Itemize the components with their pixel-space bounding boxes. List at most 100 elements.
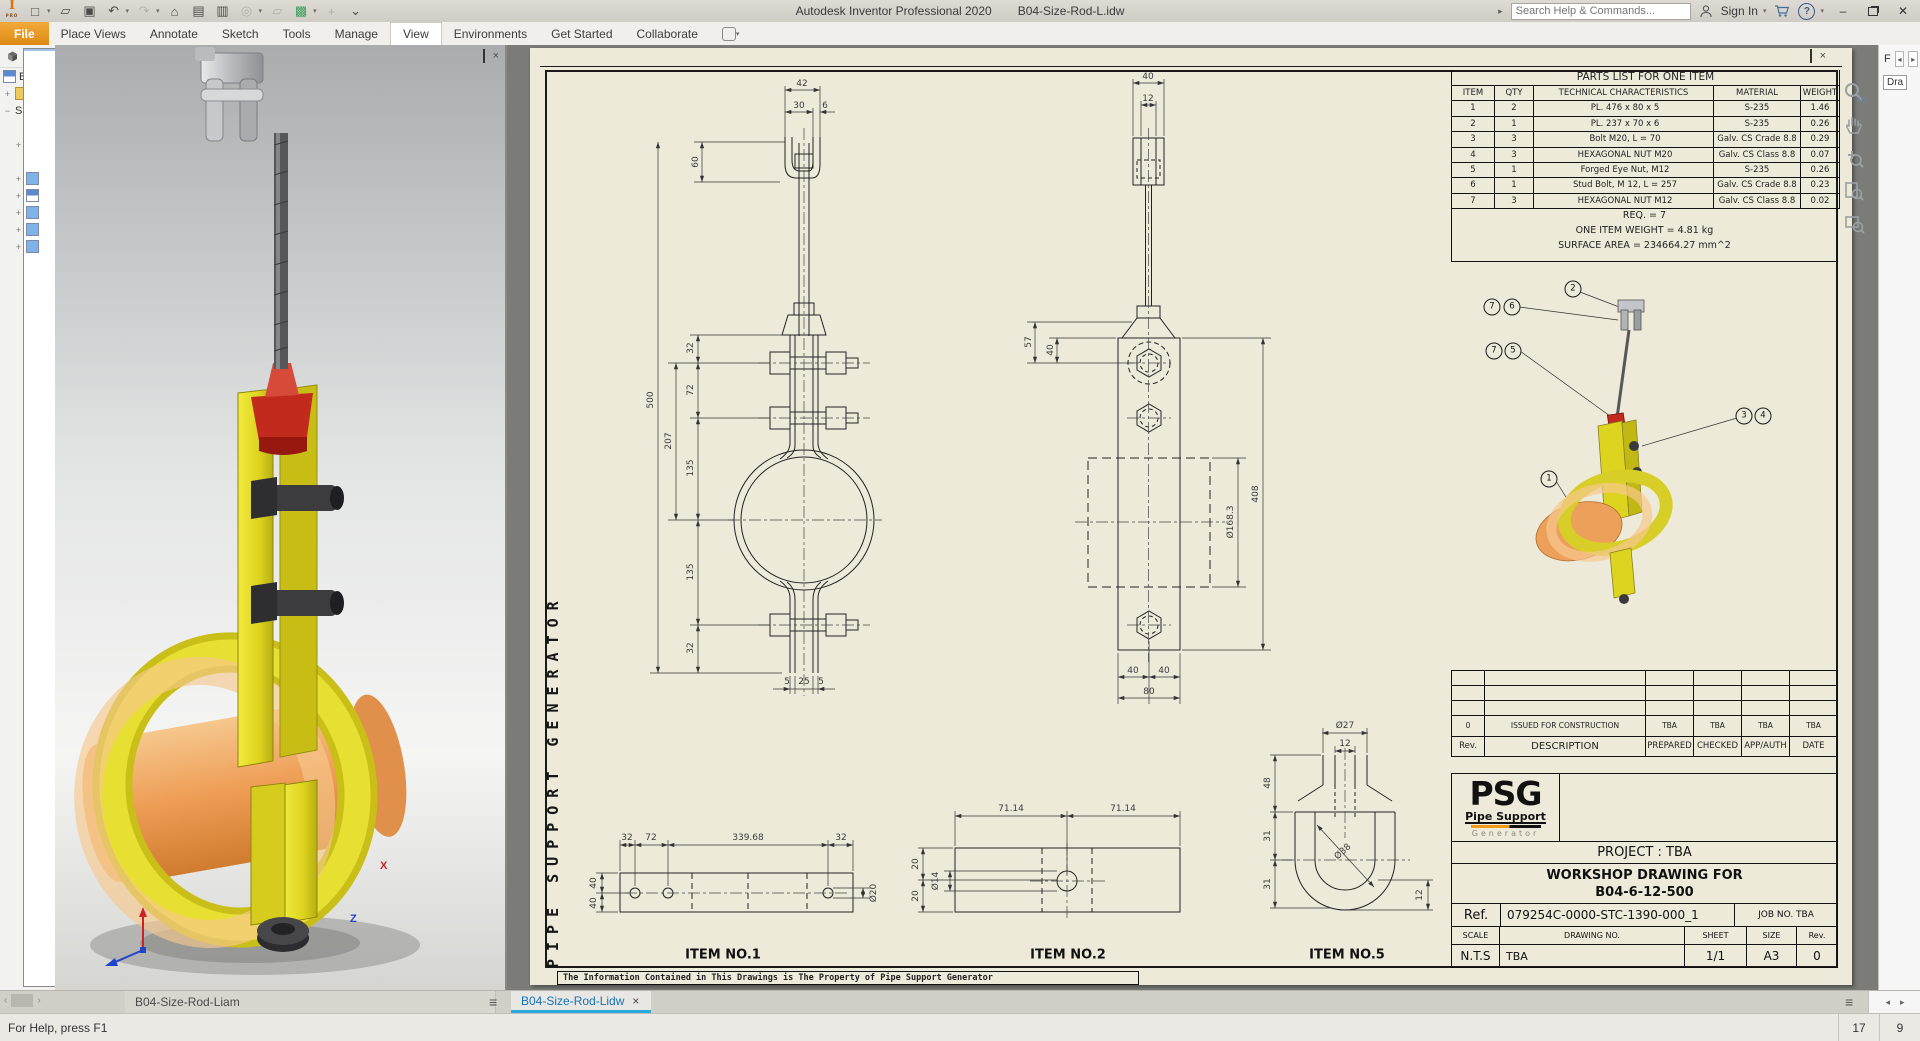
close-button[interactable]: ✕: [1892, 2, 1914, 20]
panel-prev-icon[interactable]: ◂: [1895, 51, 1905, 67]
search-input[interactable]: [1511, 3, 1691, 20]
cell: 1: [1495, 163, 1534, 177]
tab-collaborate[interactable]: Collaborate: [625, 22, 710, 45]
view-icon: [26, 206, 39, 219]
sheet-settings-icon[interactable]: ▥: [214, 2, 232, 20]
tab-scroll-thumb[interactable]: [11, 994, 33, 1007]
doc-tab-close-icon[interactable]: ×: [632, 994, 639, 1008]
title-bar: IPRO □▾ ▱ ▣ ↶▾ ↷▾ ⌂ ▤ ▥ ◎▾ ▱ ▩▾ + ⌄ Auto…: [0, 0, 1920, 22]
panel-next-icon[interactable]: ▸: [1908, 51, 1918, 67]
help-dropdown-icon[interactable]: ▾: [1820, 7, 1824, 15]
inventor-logo-icon[interactable]: IPRO: [4, 2, 20, 20]
project-row: PROJECT : TBA: [1451, 841, 1838, 863]
col-header: TECHNICAL CHARACTERISTICS: [1534, 86, 1714, 100]
undo-dropdown-icon[interactable]: ▾: [126, 7, 130, 15]
zoom-window-icon[interactable]: [1840, 211, 1868, 237]
cell: 2: [1495, 101, 1534, 115]
move-icon[interactable]: +: [323, 2, 341, 20]
appearance-icon[interactable]: ▩: [292, 2, 310, 20]
tab-environments[interactable]: Environments: [442, 22, 539, 45]
cell: 0.23: [1801, 178, 1839, 192]
pan-hand-icon[interactable]: [1840, 112, 1868, 138]
sheet-prev-icon[interactable]: ◂: [1885, 997, 1890, 1008]
panel-title-truncated: F: [1884, 53, 1891, 65]
person-icon: [1699, 4, 1713, 18]
model-window-close-icon[interactable]: ×: [493, 50, 499, 62]
minimize-button[interactable]: –: [1832, 2, 1854, 20]
drawing-viewport[interactable]: PIPE SUPPORT GENERATOR: [507, 45, 1878, 990]
expand-icon[interactable]: +: [14, 174, 23, 184]
appearance-dropdown-icon[interactable]: ▾: [313, 7, 317, 15]
tab-file[interactable]: File: [0, 22, 49, 45]
workshop-row: WORKSHOP DRAWING FOR B04-6-12-500: [1451, 863, 1838, 903]
tab-scroll-right-icon[interactable]: ›: [37, 995, 40, 1006]
home-icon[interactable]: ⌂: [166, 2, 184, 20]
status-count-2: 9: [1879, 1014, 1920, 1041]
customize-qat-icon[interactable]: ⌄: [347, 2, 365, 20]
panel-dra-button[interactable]: Dra: [1883, 75, 1907, 90]
zoom-2d-icon[interactable]: 2D: [1840, 79, 1868, 105]
model-3d-viewport[interactable]: X Z ×: [55, 45, 507, 990]
tab-get-started[interactable]: Get Started: [539, 22, 624, 45]
drawing-window-restore-icon[interactable]: [1810, 50, 1812, 62]
zoom-plus-icon[interactable]: [1840, 145, 1868, 171]
tab-tools[interactable]: Tools: [271, 22, 323, 45]
sheet-next-icon[interactable]: ▸: [1900, 997, 1905, 1008]
dim-label: 80: [1143, 687, 1154, 697]
tab-menu-icon[interactable]: ≡: [489, 994, 497, 1010]
sign-in-dropdown-icon[interactable]: ▾: [1763, 7, 1767, 15]
view-icon: [26, 172, 39, 185]
doc-tab-model[interactable]: B04-Size-Rod-Liam: [125, 991, 496, 1013]
update-icon[interactable]: ▱: [268, 2, 286, 20]
restore-button[interactable]: [1862, 2, 1884, 20]
grayed-tool-icon[interactable]: ◎: [238, 2, 256, 20]
tab-view[interactable]: View: [390, 22, 442, 45]
print-icon[interactable]: ▤: [190, 2, 208, 20]
drawing-window-close-icon[interactable]: ×: [1820, 50, 1826, 62]
open-icon[interactable]: ▱: [57, 2, 75, 20]
save-icon[interactable]: ▣: [81, 2, 99, 20]
expand-icon[interactable]: +: [14, 242, 23, 252]
expand-icon[interactable]: +: [3, 89, 12, 99]
model-window-restore-icon[interactable]: [483, 50, 485, 62]
dim-label: 60: [691, 156, 701, 167]
new-file-icon[interactable]: □: [26, 2, 44, 20]
search-expand-arrow-icon[interactable]: ▸: [1498, 6, 1503, 17]
parts-summary-box: REQ. = 7 ONE ITEM WEIGHT = 4.81 kg SURFA…: [1451, 200, 1838, 262]
tab-manage[interactable]: Manage: [323, 22, 390, 45]
expand-icon[interactable]: +: [14, 140, 23, 150]
dim-label: 40: [1046, 344, 1056, 355]
collapse-icon[interactable]: −: [3, 106, 12, 116]
workshop-line2: B04-6-12-500: [1595, 885, 1693, 900]
dim-label: 40: [589, 897, 599, 908]
tab-annotate[interactable]: Annotate: [138, 22, 210, 45]
tab-menu-right-icon[interactable]: ≡: [1845, 994, 1853, 1010]
help-icon[interactable]: ?: [1798, 3, 1815, 20]
new-file-dropdown-icon[interactable]: ▾: [47, 7, 51, 15]
expand-icon[interactable]: +: [14, 225, 23, 235]
cell: 3: [1452, 132, 1495, 146]
sign-in-button[interactable]: Sign In: [1721, 4, 1758, 18]
cart-icon[interactable]: [1774, 4, 1790, 18]
ribbon-options-icon[interactable]: ▾: [710, 22, 752, 45]
redo-dropdown-icon[interactable]: ▾: [156, 7, 160, 15]
doc-tab-drawing[interactable]: B04-Size-Rod-Lidw ×: [511, 991, 651, 1013]
grayed-tool-dropdown-icon[interactable]: ▾: [259, 7, 263, 15]
tab-scroll-left-icon[interactable]: ‹: [4, 995, 7, 1006]
browser-model-icon[interactable]: [6, 50, 19, 62]
tab-place-views[interactable]: Place Views: [49, 22, 138, 45]
dim-label: 20: [911, 858, 921, 869]
revision-table: 0 ISSUED FOR CONSTRUCTION TBA TBA TBA TB…: [1451, 670, 1838, 757]
view-icon: [26, 223, 39, 236]
tab-sketch[interactable]: Sketch: [210, 22, 271, 45]
browser-child-item[interactable]: [0, 153, 55, 170]
expand-icon[interactable]: +: [14, 208, 23, 218]
undo-icon[interactable]: ↶: [105, 2, 123, 20]
cell: 1.46: [1801, 101, 1839, 115]
psg-logo: PSG Pipe Support Generator: [1452, 774, 1560, 841]
expand-icon[interactable]: +: [14, 191, 23, 201]
redo-icon[interactable]: ↷: [135, 2, 153, 20]
dim-label: 71.14: [1110, 804, 1136, 814]
drawing-sheet[interactable]: PIPE SUPPORT GENERATOR: [530, 48, 1852, 985]
zoom-sheet-icon[interactable]: [1840, 178, 1868, 204]
